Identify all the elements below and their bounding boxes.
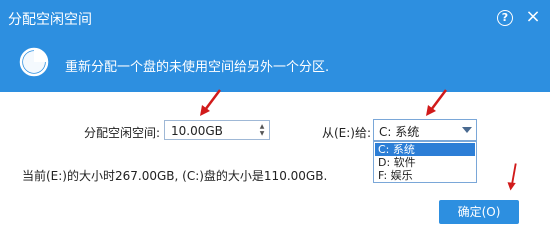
title-bar: 分配空闲空间 ? × (0, 0, 550, 36)
stepper-down-icon[interactable]: ▼ (257, 130, 267, 137)
window-title: 分配空闲空间 (8, 12, 92, 28)
target-drive-selected: C: 系统 (379, 125, 420, 139)
close-icon[interactable]: × (524, 8, 542, 26)
size-info-text: 当前(E:)的大小时267.00GB, (C:)盘的大小是110.00GB. (22, 169, 328, 183)
dropdown-option-f[interactable]: F: 娱乐 (375, 169, 475, 182)
help-button[interactable]: ? (496, 8, 514, 26)
target-drive-label: 从(E:)给: (322, 126, 372, 140)
annotation-arrow-icon (426, 89, 447, 116)
ok-button[interactable]: 确定(O) (439, 200, 519, 224)
target-drive-dropdown: C: 系统 D: 软件 F: 娱乐 (373, 141, 477, 183)
free-space-label: 分配空闲空间: (84, 126, 161, 140)
annotation-arrow-icon (200, 89, 221, 116)
annotation-arrow-icon (507, 163, 517, 191)
pie-chart-icon (19, 47, 49, 77)
target-drive-select[interactable]: C: 系统 (373, 119, 477, 141)
dropdown-option-d[interactable]: D: 软件 (375, 156, 475, 169)
chevron-down-icon[interactable] (462, 127, 472, 133)
free-space-value: 10.00GB (171, 124, 223, 138)
stepper-up-icon[interactable]: ▲ (257, 123, 267, 130)
header-band: 重新分配一个盘的未使用空间给另外一个分区. (0, 36, 550, 92)
free-space-input[interactable]: 10.00GB ▲ ▼ (164, 120, 270, 140)
free-space-stepper[interactable]: ▲ ▼ (257, 123, 267, 137)
question-circle-icon: ? (497, 10, 513, 26)
dropdown-option-c[interactable]: C: 系统 (375, 143, 475, 156)
header-subtitle: 重新分配一个盘的未使用空间给另外一个分区. (65, 60, 330, 75)
